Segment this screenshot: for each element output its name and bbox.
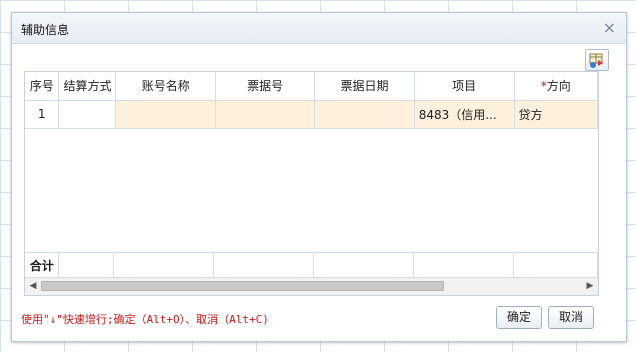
cell-seq: 1 xyxy=(25,100,60,129)
cell-direction[interactable]: 贷方 xyxy=(514,100,598,129)
summary-cell xyxy=(513,252,598,279)
summary-cell xyxy=(413,252,515,279)
cell-bill-date[interactable] xyxy=(314,100,415,129)
col-header-bill-date[interactable]: 票据日期 xyxy=(314,72,415,101)
col-header-bill-no[interactable]: 票据号 xyxy=(215,72,316,101)
cell-account-name[interactable] xyxy=(115,100,216,129)
table-export-icon xyxy=(589,53,603,68)
header-row: 序号 结算方式 账号名称 票据号 票据日期 项目 *方向 xyxy=(25,72,598,101)
table-row[interactable]: 1 8483（信用... 贷方 xyxy=(25,100,598,129)
aux-info-grid: 序号 结算方式 账号名称 票据号 票据日期 项目 *方向 1 8483（信用..… xyxy=(24,71,599,296)
scrollbar-thumb[interactable] xyxy=(41,281,444,291)
cell-settlement[interactable] xyxy=(58,100,117,129)
dialog-title: 辅助信息 xyxy=(21,23,70,37)
ok-button[interactable]: 确定 xyxy=(496,306,542,329)
auxiliary-info-dialog: 辅助信息 × 序号 结算方式 账号名称 票据号 票据日期 项目 *方向 1 84… xyxy=(11,12,627,342)
col-header-seq[interactable]: 序号 xyxy=(25,72,60,101)
shortcut-hint: 使用"↓"快速增行;确定（Alt+O）、取消（Alt+C) xyxy=(21,313,269,326)
summary-cell xyxy=(213,252,315,279)
col-header-direction-label: 方向 xyxy=(546,79,571,94)
summary-cell xyxy=(58,252,115,279)
dialog-titlebar[interactable]: 辅助信息 × xyxy=(12,13,626,44)
aux-info-table: 序号 结算方式 账号名称 票据号 票据日期 项目 *方向 1 8483（信用..… xyxy=(25,72,598,129)
col-header-direction[interactable]: *方向 xyxy=(514,72,598,101)
summary-cell xyxy=(113,252,215,279)
cell-project[interactable]: 8483（信用... xyxy=(414,100,515,129)
horizontal-scrollbar[interactable]: ◀ ▶ xyxy=(25,277,598,295)
cancel-button[interactable]: 取消 xyxy=(548,306,594,329)
col-header-settlement[interactable]: 结算方式 xyxy=(58,72,117,101)
summary-table: 合计 xyxy=(25,252,598,279)
cell-bill-no[interactable] xyxy=(215,100,316,129)
close-icon[interactable]: × xyxy=(603,18,616,37)
table-export-button[interactable] xyxy=(585,49,609,71)
scroll-right-icon[interactable]: ▶ xyxy=(584,280,596,292)
summary-cell xyxy=(313,252,415,279)
col-header-project[interactable]: 项目 xyxy=(414,72,515,101)
summary-row: 合计 xyxy=(25,252,598,279)
scroll-left-icon[interactable]: ◀ xyxy=(27,280,39,292)
col-header-account-name[interactable]: 账号名称 xyxy=(115,72,216,101)
summary-label: 合计 xyxy=(25,252,60,279)
